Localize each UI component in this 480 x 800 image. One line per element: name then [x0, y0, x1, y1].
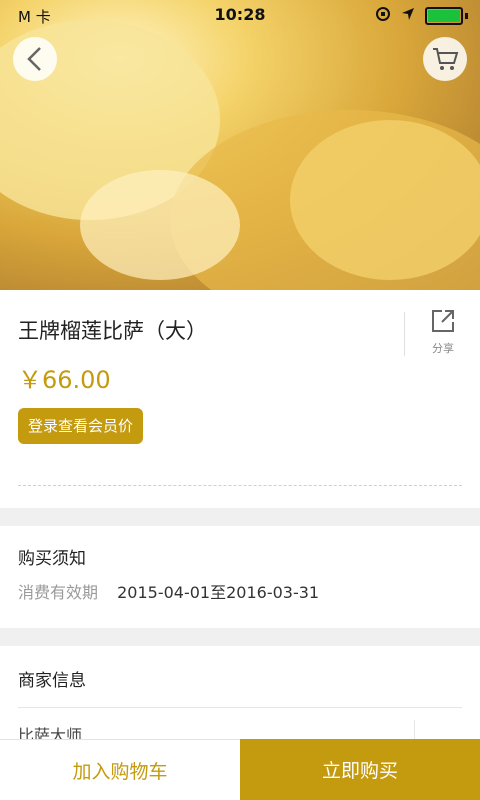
product-hero-image: M 卡 10:28 [0, 0, 480, 290]
product-info-card: 王牌榴莲比萨（大） ￥66.00 登录查看会员价 [0, 290, 480, 508]
validity-row: 消费有效期 2015-04-01至2016-03-31 [18, 579, 319, 603]
validity-label: 消费有效期 [18, 583, 99, 602]
add-to-cart-button[interactable]: 加入购物车 [0, 739, 240, 800]
bottom-action-bar: 加入购物车 立即购买 [0, 739, 480, 800]
dashed-divider [18, 485, 462, 486]
validity-value: 2015-04-01至2016-03-31 [117, 583, 320, 602]
chevron-left-icon [27, 47, 41, 71]
product-price: ￥66.00 [18, 366, 111, 394]
pizza-cheese-shape [290, 120, 480, 280]
member-price-button[interactable]: 登录查看会员价 [18, 408, 144, 444]
status-bar: M 卡 10:28 [0, 0, 480, 30]
merchant-title: 商家信息 [18, 671, 86, 691]
buy-now-button[interactable]: 立即购买 [240, 739, 480, 800]
share-button[interactable]: 分享 [418, 308, 468, 356]
battery-cap [465, 13, 468, 19]
product-title: 王牌榴莲比萨（大） [18, 319, 207, 343]
share-label: 分享 [432, 342, 454, 355]
battery-icon [425, 7, 463, 25]
orientation-lock-icon [375, 6, 391, 26]
purchase-notice-section: 购买须知 消费有效期 2015-04-01至2016-03-31 [0, 526, 480, 628]
cart-button[interactable] [423, 37, 467, 81]
share-divider [404, 312, 405, 356]
cheese-strands-shape [80, 170, 240, 280]
purchase-notice-title: 购买须知 [18, 549, 86, 569]
back-button[interactable] [13, 37, 57, 81]
share-icon [432, 310, 454, 332]
merchant-divider [18, 707, 462, 708]
location-icon [401, 7, 415, 25]
cart-icon [433, 48, 459, 70]
